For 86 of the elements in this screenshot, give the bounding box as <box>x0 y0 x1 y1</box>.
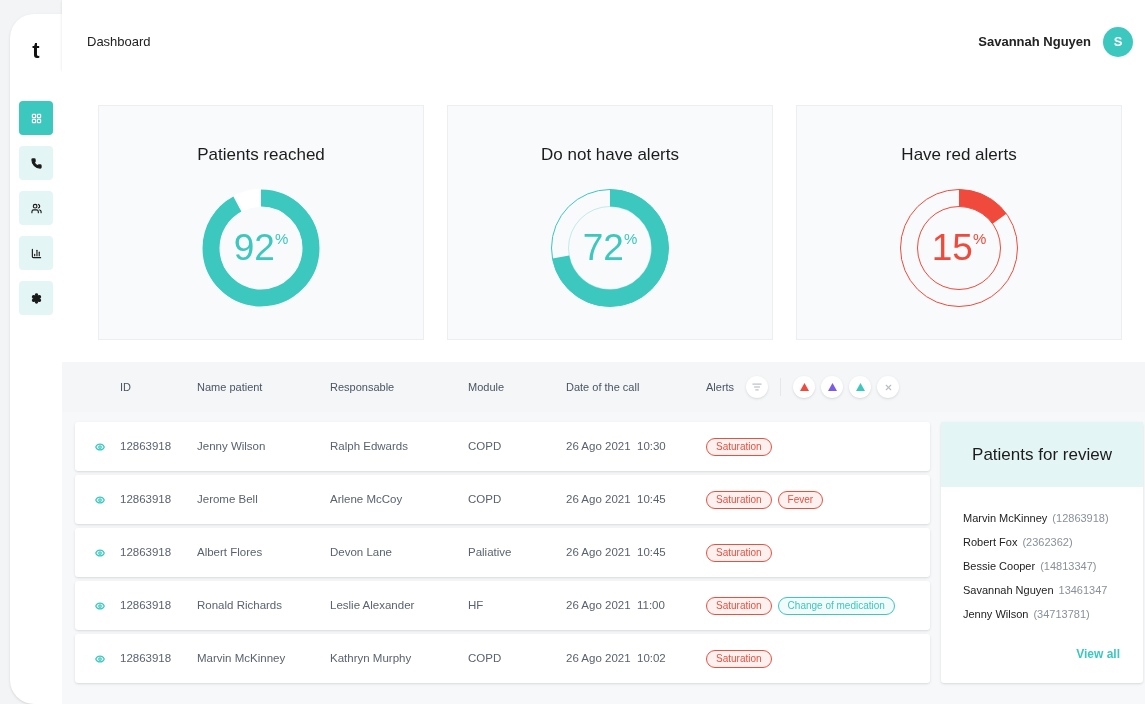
logo: t <box>32 40 40 62</box>
table-cell-text: COPD <box>468 438 503 454</box>
patient-name[interactable]: Savannah Nguyen <box>963 582 1054 599</box>
table-cell-text: Arlene McCoy <box>330 491 404 507</box>
table-cell-text: Ralph Edwards <box>330 438 409 454</box>
percent-value: 92 <box>233 229 275 266</box>
stat-title: Patients reached <box>197 144 325 166</box>
table-cell-text: 12863918 <box>120 544 173 560</box>
user-avatar: S <box>1103 27 1133 57</box>
alert-tag: Saturation <box>706 543 772 562</box>
table-cell-text: Ronald Richards <box>197 597 283 613</box>
table-cell-text: 26 Ago 2021 11:00 <box>566 597 666 613</box>
table-cell-text: 12863918 <box>120 597 173 613</box>
alert-filter-button[interactable] <box>821 376 844 398</box>
patient-id: 13461347 <box>1058 583 1108 599</box>
percent-sign: % <box>274 231 289 246</box>
column-header: ID <box>120 379 132 395</box>
patient-id: (34713781) <box>1033 607 1090 623</box>
percent-value: 72 <box>582 229 624 266</box>
table-cell-text: Paliative <box>468 544 513 560</box>
patient-name[interactable]: Marvin McKinney <box>963 510 1048 527</box>
user-name: Savannah Nguyen <box>978 33 1091 52</box>
patient-id: (14813347) <box>1040 559 1097 575</box>
table-cell-text: 12863918 <box>120 650 173 666</box>
dashboard-icon <box>30 112 42 124</box>
settings-icon <box>30 292 42 304</box>
patient-id: (2362362) <box>1022 535 1073 551</box>
column-header: Module <box>468 379 506 395</box>
table-cell-text: Leslie Alexander <box>330 597 416 613</box>
stat-title: Have red alerts <box>901 144 1017 166</box>
table-row[interactable]: 12863918 Ronald Richards Leslie Alexander HF 26 Ago 2021 11:00 Saturation Change of medication <box>75 581 930 630</box>
nav-button[interactable] <box>19 146 53 180</box>
percent-sign: % <box>972 231 987 246</box>
nav-button[interactable] <box>19 281 53 315</box>
table-cell-text: Jenny Wilson <box>197 438 267 454</box>
table-cell-text: 26 Ago 2021 10:30 <box>566 438 667 454</box>
table-cell-text: Albert Flores <box>197 544 264 560</box>
alert-tag: Saturation <box>706 437 772 456</box>
patient-name[interactable]: Robert Fox <box>963 534 1018 551</box>
filter-icon <box>752 382 763 392</box>
table-cell-text: COPD <box>468 491 503 507</box>
eye-icon[interactable] <box>94 441 105 452</box>
table-cell-text: Marvin McKinney <box>197 650 287 666</box>
table-cell-text: 26 Ago 2021 10:02 <box>566 650 667 666</box>
column-header: Responsable <box>330 379 396 395</box>
alert-tag: Fever <box>777 490 824 509</box>
table-cell-text: 12863918 <box>120 491 173 507</box>
table-row[interactable]: 12863918 Albert Flores Devon Lane Paliative 26 Ago 2021 10:45 Saturation <box>75 528 930 577</box>
eye-icon[interactable] <box>94 653 105 664</box>
panel-title: Patients for review <box>972 443 1112 466</box>
eye-icon[interactable] <box>94 600 105 611</box>
table-row[interactable]: 12863918 Jerome Bell Arlene McCoy COPD 26 Ago 2021 10:45 Saturation Fever <box>75 475 930 524</box>
alert-tag: Saturation <box>706 490 772 509</box>
alert-filter-button[interactable] <box>849 376 872 398</box>
eye-icon[interactable] <box>94 494 105 505</box>
users-icon <box>30 202 42 214</box>
eye-icon[interactable] <box>94 547 105 558</box>
alert-tag: Saturation <box>706 596 772 615</box>
column-header: Date of the call <box>566 379 641 395</box>
table-cell-text: Devon Lane <box>330 544 394 560</box>
table-cell-text: Jerome Bell <box>197 491 259 507</box>
alert-filter-button[interactable] <box>793 376 816 398</box>
stat-title: Do not have alerts <box>541 144 679 166</box>
phone-icon <box>30 157 42 169</box>
alert-tag: Saturation <box>706 649 772 668</box>
table-cell-text: COPD <box>468 650 503 666</box>
filter-button[interactable] <box>746 376 769 398</box>
table-row[interactable]: 12863918 Marvin McKinney Kathryn Murphy COPD 26 Ago 2021 10:02 Saturation <box>75 634 930 683</box>
table-cell-text: Kathryn Murphy <box>330 650 413 666</box>
page-title: Dashboard <box>87 33 151 52</box>
column-header: Name patient <box>197 379 264 395</box>
table-cell-text: 26 Ago 2021 10:45 <box>566 544 667 560</box>
alert-tag: Change of medication <box>777 596 895 615</box>
nav-button[interactable] <box>19 236 53 270</box>
clear-filter-button[interactable] <box>877 376 900 398</box>
table-cell-text: 12863918 <box>120 438 173 454</box>
patient-name[interactable]: Bessie Cooper <box>963 558 1036 575</box>
patient-name[interactable]: Jenny Wilson <box>963 606 1029 623</box>
table-cell-text: HF <box>468 597 485 613</box>
patient-id: (12863918) <box>1052 511 1109 527</box>
column-header: Alerts <box>706 379 735 395</box>
percent-value: 15 <box>931 229 973 266</box>
table-cell-text: 26 Ago 2021 10:45 <box>566 491 667 507</box>
bar-chart-icon <box>30 247 42 259</box>
percent-sign: % <box>623 231 638 246</box>
table-row[interactable]: 12863918 Jenny Wilson Ralph Edwards COPD 26 Ago 2021 10:30 Saturation <box>75 422 930 471</box>
